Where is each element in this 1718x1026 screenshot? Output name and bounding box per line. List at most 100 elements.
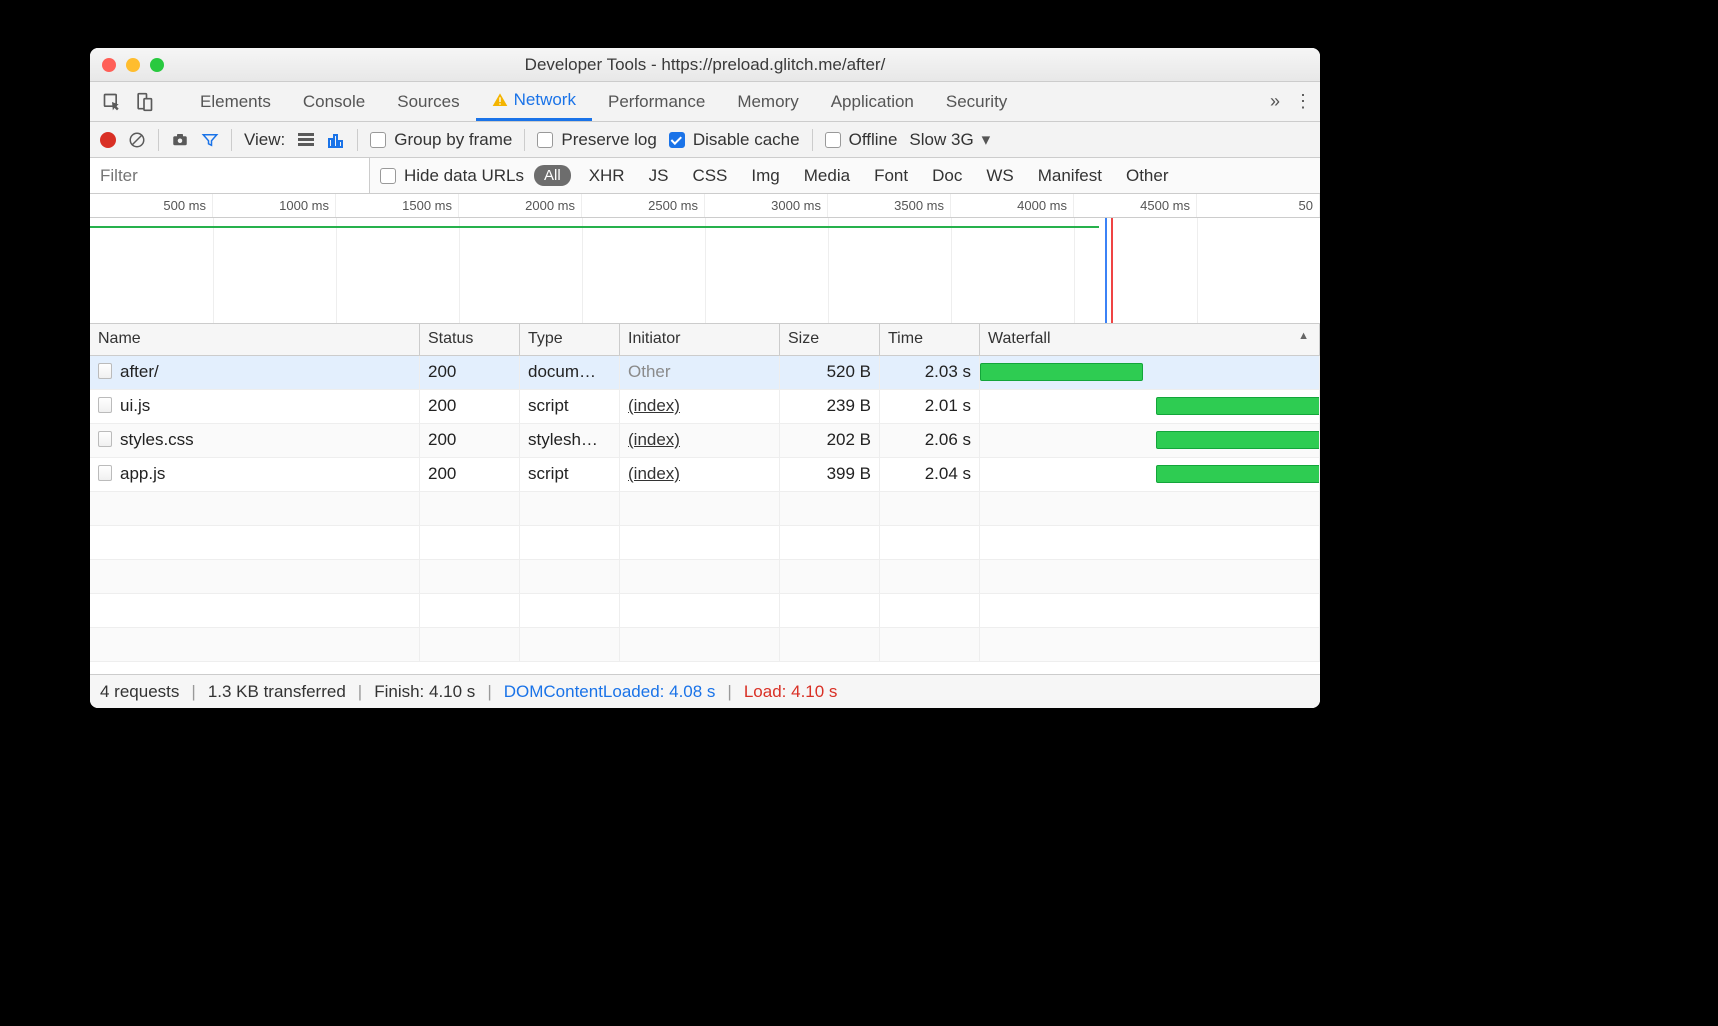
more-tabs-icon[interactable]: » <box>1270 91 1280 112</box>
tab-memory[interactable]: Memory <box>721 82 814 121</box>
preserve-log-toggle[interactable]: Preserve log <box>537 130 656 150</box>
offline-toggle[interactable]: Offline <box>825 130 898 150</box>
cell-status: 200 <box>420 356 520 389</box>
checkbox[interactable] <box>380 168 396 184</box>
minimize-window-button[interactable] <box>126 58 140 72</box>
filter-type-xhr[interactable]: XHR <box>581 166 633 186</box>
filter-type-css[interactable]: CSS <box>684 166 735 186</box>
overview-toggle-icon[interactable] <box>327 131 345 149</box>
column-header-time[interactable]: Time <box>880 324 980 355</box>
tab-label: Elements <box>200 92 271 112</box>
file-icon <box>98 431 112 447</box>
filter-all-pill[interactable]: All <box>534 165 571 186</box>
cell-waterfall <box>980 390 1320 423</box>
filter-input[interactable] <box>90 158 370 193</box>
cell-time: 2.03 s <box>880 356 980 389</box>
waterfall-bar <box>1156 465 1320 483</box>
timeline-overview[interactable]: 500 ms1000 ms1500 ms2000 ms2500 ms3000 m… <box>90 194 1320 324</box>
cell-type: script <box>520 458 620 491</box>
table-row[interactable]: ui.js200script(index)239 B2.01 s <box>90 390 1320 424</box>
cell-initiator[interactable]: (index) <box>620 424 780 457</box>
tab-application[interactable]: Application <box>815 82 930 121</box>
tab-label: Security <box>946 92 1007 112</box>
file-icon <box>98 465 112 481</box>
group-by-frame-toggle[interactable]: Group by frame <box>370 130 512 150</box>
screenshot-icon[interactable] <box>171 131 189 149</box>
table-row[interactable]: app.js200script(index)399 B2.04 s <box>90 458 1320 492</box>
large-rows-icon[interactable] <box>297 131 315 149</box>
table-row[interactable]: styles.css200stylesh…(index)202 B2.06 s <box>90 424 1320 458</box>
table-row[interactable]: after/200docum…Other520 B2.03 s <box>90 356 1320 390</box>
inspect-element-icon[interactable] <box>98 88 126 116</box>
timeline-tick: 50 <box>1197 194 1320 217</box>
status-dcl: DOMContentLoaded: 4.08 s <box>504 682 716 702</box>
column-header-status[interactable]: Status <box>420 324 520 355</box>
disable-cache-toggle[interactable]: Disable cache <box>669 130 800 150</box>
kebab-menu-icon[interactable]: ⋮ <box>1294 91 1312 112</box>
cell-initiator[interactable]: (index) <box>620 458 780 491</box>
cell-initiator[interactable]: Other <box>620 356 780 389</box>
column-header-initiator[interactable]: Initiator <box>620 324 780 355</box>
filter-type-other[interactable]: Other <box>1118 166 1177 186</box>
cell-size: 239 B <box>780 390 880 423</box>
hide-data-urls-label: Hide data URLs <box>404 166 524 186</box>
chevron-down-icon[interactable]: ▾ <box>982 130 991 150</box>
timeline-gridline <box>1197 218 1198 323</box>
separator <box>812 129 813 151</box>
cell-type: script <box>520 390 620 423</box>
filter-type-font[interactable]: Font <box>866 166 916 186</box>
filter-type-doc[interactable]: Doc <box>924 166 970 186</box>
filter-toggle-icon[interactable] <box>201 131 219 149</box>
tab-elements[interactable]: Elements <box>184 82 287 121</box>
view-label: View: <box>244 130 285 150</box>
load-marker <box>1111 218 1113 323</box>
tab-sources[interactable]: Sources <box>381 82 475 121</box>
timeline-tick: 4000 ms <box>951 194 1074 217</box>
warning-icon <box>492 92 508 108</box>
filter-type-manifest[interactable]: Manifest <box>1030 166 1110 186</box>
zoom-window-button[interactable] <box>150 58 164 72</box>
checkbox[interactable] <box>825 132 841 148</box>
timeline-tick: 4500 ms <box>1074 194 1197 217</box>
timeline-activity-line <box>90 226 1099 228</box>
close-window-button[interactable] <box>102 58 116 72</box>
clear-icon[interactable] <box>128 131 146 149</box>
tab-console[interactable]: Console <box>287 82 381 121</box>
traffic-lights <box>102 58 164 72</box>
status-finish: Finish: 4.10 s <box>374 682 475 702</box>
column-header-type[interactable]: Type <box>520 324 620 355</box>
tab-label: Application <box>831 92 914 112</box>
table-row-empty <box>90 560 1320 594</box>
device-toolbar-icon[interactable] <box>130 88 158 116</box>
checkbox[interactable] <box>370 132 386 148</box>
dcl-marker <box>1105 218 1107 323</box>
timeline-gridline <box>459 218 460 323</box>
separator <box>524 129 525 151</box>
tab-security[interactable]: Security <box>930 82 1023 121</box>
filter-bar: Hide data URLs All XHR JS CSS Img Media Font D… <box>90 158 1320 194</box>
tab-performance[interactable]: Performance <box>592 82 721 121</box>
throttle-select[interactable]: Slow 3G ▾ <box>909 130 990 150</box>
filter-type-js[interactable]: JS <box>641 166 677 186</box>
record-button[interactable] <box>100 132 116 148</box>
timeline-gridline <box>828 218 829 323</box>
filter-type-media[interactable]: Media <box>796 166 858 186</box>
waterfall-bar <box>1156 397 1320 415</box>
table-row-empty <box>90 628 1320 662</box>
column-header-size[interactable]: Size <box>780 324 880 355</box>
hide-data-urls-toggle[interactable]: Hide data URLs <box>370 166 534 186</box>
timeline-gridline <box>336 218 337 323</box>
filter-type-ws[interactable]: WS <box>978 166 1021 186</box>
column-header-name[interactable]: Name <box>90 324 420 355</box>
preserve-log-label: Preserve log <box>561 130 656 150</box>
checkbox[interactable] <box>537 132 553 148</box>
timeline-body <box>90 218 1320 323</box>
checkbox-checked[interactable] <box>669 132 685 148</box>
tab-network[interactable]: Network <box>476 82 592 121</box>
cell-initiator[interactable]: (index) <box>620 390 780 423</box>
filter-type-img[interactable]: Img <box>743 166 787 186</box>
cell-name: ui.js <box>90 390 420 423</box>
timeline-tick: 1500 ms <box>336 194 459 217</box>
table-row-empty <box>90 492 1320 526</box>
column-header-waterfall[interactable]: Waterfall <box>980 324 1320 355</box>
